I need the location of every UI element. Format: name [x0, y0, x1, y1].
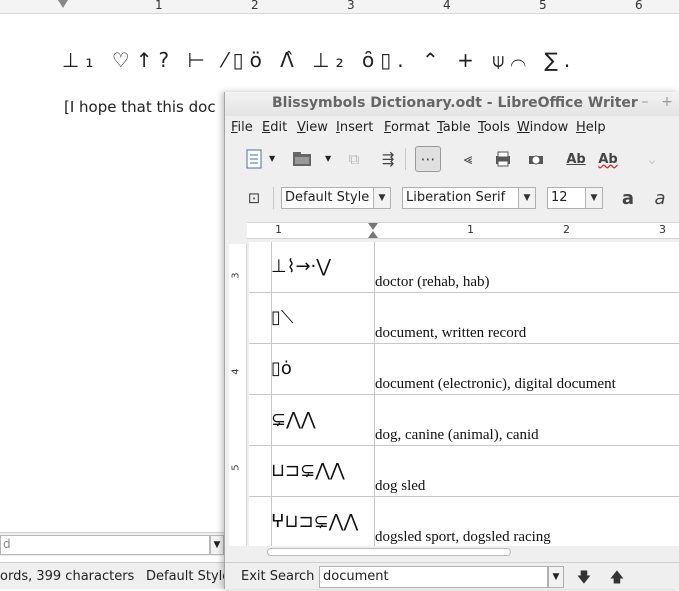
ruler-number: 1 — [467, 223, 474, 236]
spellcheck-icon[interactable]: Ab — [563, 146, 589, 172]
definition-cell: dog sled — [375, 478, 426, 494]
indent-marker[interactable] — [368, 223, 378, 230]
font-name-select[interactable]: Liberation Serif — [402, 187, 522, 209]
indent-marker[interactable] — [368, 231, 378, 238]
background-find-bar: d ▼ — [0, 532, 224, 556]
table-row[interactable]: ▯⟍ document, written record — [249, 293, 679, 344]
new-document-icon[interactable] — [241, 146, 267, 172]
find-next-icon[interactable]: 🡇 — [575, 567, 593, 591]
document-ruler[interactable]: 1 1 2 3 — [247, 222, 679, 239]
definition-cell: dogsled sport, dogsled racing — [375, 529, 551, 545]
ruler-number: 2 — [563, 223, 570, 236]
table-row[interactable]: ⊥⌇→·⋁ doctor (rehab, hab) — [249, 242, 679, 293]
ruler-number: 1 — [155, 0, 163, 12]
chevron-down-icon[interactable]: ▼ — [373, 187, 391, 209]
navigator-icon[interactable]: ⪡ — [455, 146, 481, 172]
ruler-number: 5 — [230, 464, 242, 471]
blissymbol-cell: ⊊⋀⋀ — [271, 409, 316, 430]
menu-file[interactable]: File — [231, 120, 253, 135]
blissymbol-cell: ⊥⌇→·⋁ — [271, 256, 332, 277]
find-previous-icon[interactable]: 🡅 — [608, 567, 626, 591]
indent-marker[interactable] — [58, 0, 68, 8]
window-title: Blissymbols Dictionary.odt - LibreOffice… — [272, 95, 638, 111]
find-toolbar: Exit Search document ▼ 🡇 🡅 — [225, 562, 679, 589]
document-page[interactable]: ⊥⌇→·⋁ doctor (rehab, hab) ▯⟍ document, w… — [249, 242, 679, 546]
font-size-select[interactable]: 12 — [547, 187, 587, 209]
ruler-number: 3 — [347, 0, 355, 12]
table-row[interactable]: ⊔⊐⊊⋀⋀ dog sled — [249, 446, 679, 497]
chevron-down-icon[interactable]: ▼ — [548, 566, 564, 588]
horizontal-ruler[interactable]: 1 2 3 4 5 6 — [0, 0, 679, 14]
menu-window[interactable]: Window — [517, 120, 568, 135]
menu-tools[interactable]: Tools — [478, 120, 510, 135]
sidebar-icon[interactable]: ⊡ — [241, 185, 267, 211]
ruler-number: 1 — [275, 223, 282, 236]
autospell-icon[interactable]: Ab — [595, 146, 621, 172]
print-icon[interactable] — [490, 146, 516, 172]
find-input[interactable]: d — [0, 535, 210, 555]
table-row[interactable]: ▯ȯ document (electronic), digital docume… — [249, 344, 679, 395]
chevron-down-icon[interactable]: ⌄ — [639, 146, 665, 172]
blissymbol-cell: ⵖ⊔⊐⊊⋀⋀ — [271, 511, 359, 532]
horizontal-scrollbar[interactable] — [225, 546, 679, 558]
find-dropdown-button[interactable]: ▼ — [210, 535, 224, 555]
menu-edit[interactable]: Edit — [262, 120, 287, 135]
ruler-number: 2 — [251, 0, 259, 12]
chevron-down-icon[interactable]: ▼ — [585, 187, 603, 209]
ruler-number: 4 — [443, 0, 451, 12]
document-body-text: [I hope that this doc — [64, 98, 216, 116]
status-bar: ords, 399 characters Default Style — [0, 562, 230, 589]
formatting-toolbar: ⊡ Default Style ▼ Liberation Serif ▼ 12 … — [225, 182, 679, 214]
maximize-button[interactable]: + — [659, 94, 675, 110]
chevron-down-icon[interactable]: ▼ — [325, 154, 331, 163]
bold-button[interactable]: a — [615, 185, 641, 211]
minimize-button[interactable]: – — [637, 94, 653, 110]
exit-search-button[interactable]: Exit Search — [241, 569, 314, 584]
menu-bar: File Edit View Insert Format Table Tools… — [225, 117, 679, 139]
ruler-number: 4 — [230, 368, 242, 375]
definition-cell: doctor (rehab, hab) — [375, 274, 490, 290]
word-count-status: ords, 399 characters — [0, 569, 135, 584]
definition-cell: document (electronic), digital document — [375, 376, 616, 392]
writer-window: Blissymbols Dictionary.odt - LibreOffice… — [224, 92, 679, 589]
blissymbol-sentence: ⊥₁ ♡↑? ⊢ ⁄▯ö Λ̂ ⊥₂ ȏ▯. ⌃ + ⍦⌒ ∑. — [62, 48, 577, 72]
ruler-number: 5 — [539, 0, 547, 12]
table-row[interactable]: ⵖ⊔⊐⊊⋀⋀ dogsled sport, dogsled racing — [249, 497, 679, 546]
blissymbol-cell: ▯⟍ — [271, 307, 294, 328]
table-row[interactable]: ⊊⋀⋀ dog, canine (animal), canid — [249, 395, 679, 446]
save-icon[interactable]: ⧉ — [341, 146, 367, 172]
ruler-number: 3 — [659, 223, 666, 236]
ruler-number: 3 — [230, 272, 242, 279]
search-input[interactable]: document — [319, 566, 548, 588]
definition-cell: dog, canine (animal), canid — [375, 427, 539, 443]
export-pdf-icon[interactable]: ⋯ — [415, 146, 441, 172]
menu-view[interactable]: View — [297, 120, 328, 135]
print-preview-icon[interactable] — [523, 146, 549, 172]
menu-table[interactable]: Table — [437, 120, 471, 135]
blissymbol-cell: ▯ȯ — [271, 358, 292, 379]
chevron-down-icon[interactable]: ▼ — [518, 187, 536, 209]
menu-help[interactable]: Help — [576, 120, 606, 135]
ruler-number: 6 — [635, 0, 643, 12]
title-bar[interactable]: Blissymbols Dictionary.odt - LibreOffice… — [225, 92, 679, 116]
menu-insert[interactable]: Insert — [336, 120, 373, 135]
open-folder-icon[interactable] — [289, 146, 315, 172]
chevron-down-icon[interactable]: ▼ — [269, 154, 275, 163]
definition-cell: document, written record — [375, 325, 527, 341]
vertical-ruler[interactable]: 3 4 5 — [229, 244, 247, 546]
italic-button[interactable]: a — [647, 185, 673, 211]
page-style-status[interactable]: Default Style — [146, 569, 230, 584]
blissymbol-cell: ⊔⊐⊊⋀⋀ — [271, 460, 345, 481]
edit-mode-icon[interactable]: ⇶ — [375, 146, 401, 172]
scrollbar-thumb[interactable] — [267, 548, 511, 556]
menu-format[interactable]: Format — [384, 120, 430, 135]
standard-toolbar: ▼ ▼ ⧉ ⇶ ⋯ ⪡ Ab Ab ⌄ — [225, 140, 679, 178]
paragraph-style-select[interactable]: Default Style — [281, 187, 377, 209]
